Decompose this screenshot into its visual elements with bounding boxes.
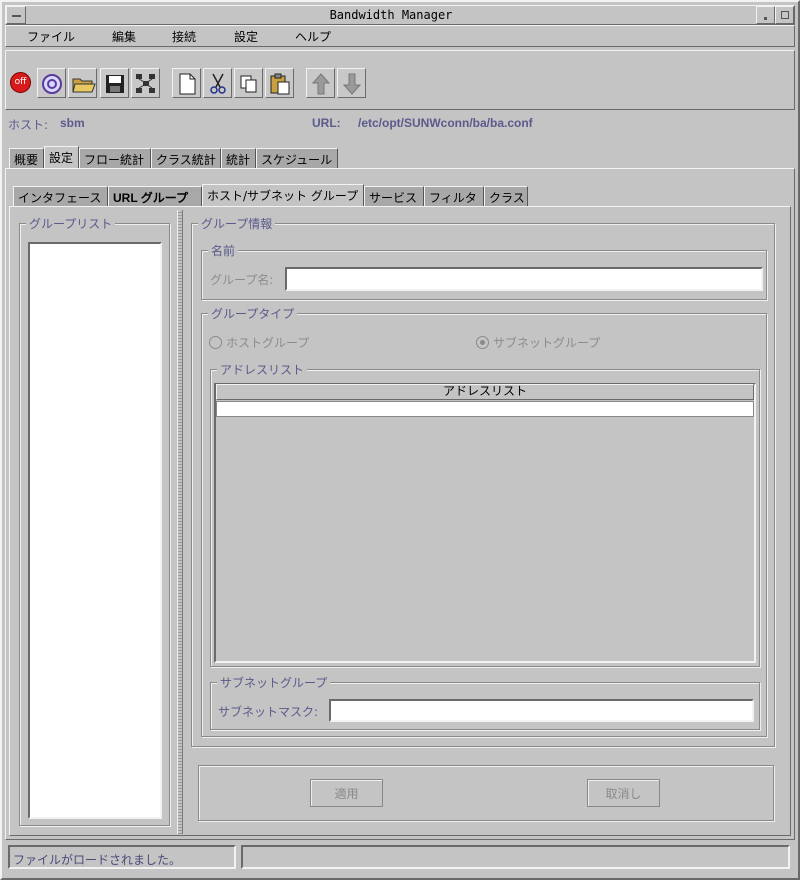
group-type-title: グループタイプ	[208, 305, 298, 322]
group-list-title: グループリスト	[26, 215, 116, 232]
subnet-group-radio-dot	[480, 340, 485, 345]
window-menu-icon	[12, 15, 21, 17]
tab-overview[interactable]: 概要	[9, 148, 44, 168]
url-value: /etc/opt/SUNWconn/ba/ba.conf	[358, 116, 533, 130]
copy-icon	[240, 75, 257, 93]
tab-service[interactable]: サービス	[364, 186, 424, 206]
subnet-mask-input[interactable]	[329, 699, 754, 722]
save-button[interactable]	[100, 68, 129, 98]
menu-file[interactable]: ファイル	[27, 28, 75, 45]
save-icon	[106, 75, 124, 93]
name-section-title: 名前	[208, 242, 239, 259]
network-icon	[136, 74, 155, 93]
subnet-group-radio[interactable]	[476, 336, 489, 349]
off-icon: off	[10, 72, 31, 93]
title-bar: Bandwidth Manager	[5, 5, 795, 25]
host-group-label: ホストグループ	[226, 336, 310, 350]
menu-edit[interactable]: 編集	[112, 28, 136, 45]
address-list-title: アドレスリスト	[217, 361, 308, 378]
tab-interface[interactable]: インタフェース	[13, 186, 108, 206]
group-name-label: グループ名:	[210, 273, 274, 287]
menu-connect[interactable]: 接続	[172, 28, 196, 45]
tab-class[interactable]: クラス	[484, 186, 528, 206]
status-secondary	[241, 845, 790, 869]
tab-filter[interactable]: フィルタ	[424, 186, 484, 206]
tab-url-group[interactable]: URL グループ	[108, 186, 202, 206]
paste-button[interactable]	[265, 68, 294, 98]
subnet-group-label: サブネットグループ	[493, 336, 601, 350]
host-group-radio[interactable]	[209, 336, 222, 349]
host-label: ホスト:	[8, 118, 49, 132]
open-button[interactable]	[68, 68, 97, 98]
status-message: ファイルがロードされました。	[8, 845, 236, 869]
cancel-button[interactable]: 取消し	[587, 779, 660, 807]
tab-schedule[interactable]: スケジュール	[256, 148, 338, 168]
network-button[interactable]	[131, 68, 160, 98]
connect-button[interactable]	[37, 68, 66, 98]
copy-button[interactable]	[234, 68, 263, 98]
maximize-button[interactable]	[775, 6, 794, 24]
menu-settings[interactable]: 設定	[234, 28, 258, 45]
group-name-input[interactable]	[285, 267, 763, 291]
url-label: URL:	[312, 116, 341, 130]
tab-host-subnet-group[interactable]: ホスト/サブネット グループ	[202, 184, 364, 206]
new-file-icon	[179, 73, 196, 95]
subnet-mask-label: サブネットマスク:	[218, 705, 319, 719]
subnet-section-title: サブネットグループ	[217, 674, 331, 691]
new-file-button[interactable]	[172, 68, 201, 98]
menu-help[interactable]: ヘルプ	[295, 28, 331, 45]
address-list-header[interactable]: アドレスリスト	[216, 384, 754, 400]
down-arrow-icon	[342, 73, 362, 95]
paste-icon	[270, 73, 290, 95]
host-value: sbm	[60, 116, 85, 130]
tab-class-stats[interactable]: クラス統計	[151, 148, 221, 168]
open-folder-icon	[72, 78, 96, 93]
tab-flow-stats[interactable]: フロー統計	[79, 148, 151, 168]
group-list[interactable]	[28, 242, 162, 819]
move-down-button[interactable]	[337, 68, 366, 98]
apply-button[interactable]: 適用	[310, 779, 383, 807]
maximize-icon	[781, 11, 789, 19]
off-button[interactable]: off	[8, 70, 33, 95]
minimize-button[interactable]	[756, 6, 775, 24]
cut-button[interactable]	[203, 68, 232, 98]
tab-stats[interactable]: 統計	[221, 148, 256, 168]
up-arrow-icon	[311, 73, 331, 95]
move-up-button[interactable]	[306, 68, 335, 98]
address-list-row[interactable]	[216, 401, 754, 417]
window-menu-button[interactable]	[6, 6, 26, 24]
minimize-icon	[764, 17, 767, 20]
group-info-title: グループ情報	[198, 215, 276, 232]
splitter[interactable]	[177, 210, 183, 834]
window-title: Bandwidth Manager	[329, 8, 453, 22]
cut-icon	[210, 73, 226, 94]
button-area	[198, 765, 774, 821]
tab-settings[interactable]: 設定	[44, 146, 79, 168]
address-list-table	[214, 383, 756, 663]
connect-icon	[42, 74, 62, 94]
